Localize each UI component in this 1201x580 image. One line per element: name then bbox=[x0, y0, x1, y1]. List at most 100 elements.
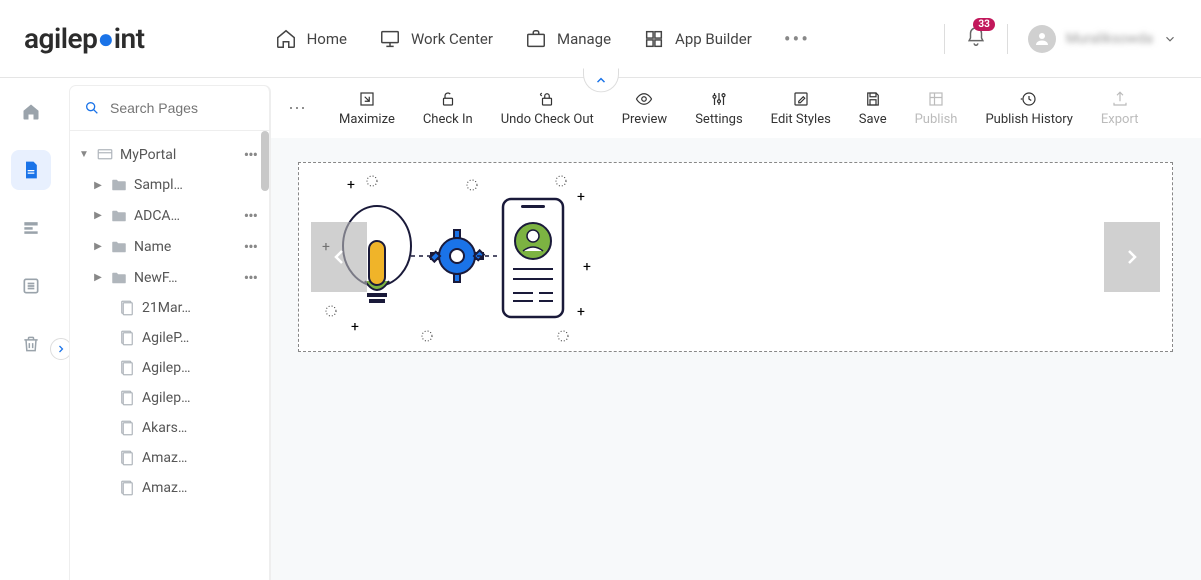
scrollbar-thumb[interactable] bbox=[261, 131, 269, 191]
lock-undo-icon bbox=[538, 90, 556, 108]
rail-layout[interactable] bbox=[11, 208, 51, 248]
design-canvas[interactable]: + + + + + + bbox=[270, 138, 1201, 580]
folder-icon bbox=[110, 207, 128, 225]
tree-folder[interactable]: ▶ ADCA… ••• bbox=[70, 200, 269, 231]
tree-item-menu[interactable]: ••• bbox=[240, 145, 261, 164]
rail-pages[interactable] bbox=[11, 150, 51, 190]
tb-label: Edit Styles bbox=[771, 112, 831, 127]
top-nav: Home Work Center Manage App Builder ••• bbox=[275, 27, 810, 51]
tb-label: Publish bbox=[915, 112, 958, 127]
page-tree: ▼ MyPortal ••• ▶ Sampl… ▶ ADCA… ••• ▶ Na… bbox=[70, 131, 269, 580]
nav-home[interactable]: Home bbox=[275, 28, 347, 50]
rail-list[interactable] bbox=[11, 266, 51, 306]
svg-text:+: + bbox=[583, 259, 591, 275]
user-menu[interactable]: Muraliksowda bbox=[1028, 25, 1177, 53]
tree-label: Amaz… bbox=[142, 480, 261, 496]
carousel-widget[interactable]: + + + + + + bbox=[298, 162, 1173, 352]
eye-icon bbox=[635, 90, 653, 108]
tb-maximize[interactable]: Maximize bbox=[325, 90, 409, 127]
page-icon bbox=[118, 389, 136, 407]
tree-folder[interactable]: ▶ Sampl… bbox=[70, 170, 269, 200]
tree-label: NewF… bbox=[134, 270, 234, 286]
tb-check-in[interactable]: Check In bbox=[409, 90, 487, 127]
notification-badge: 33 bbox=[973, 18, 994, 31]
svg-text:+: + bbox=[351, 319, 359, 335]
carousel-illustration: + + + + + + bbox=[317, 171, 877, 345]
page-icon bbox=[118, 419, 136, 437]
svg-text:+: + bbox=[577, 189, 585, 205]
tree-page[interactable]: Akars… bbox=[70, 413, 269, 443]
tree-page[interactable]: 21Mar… bbox=[70, 293, 269, 323]
page-icon bbox=[118, 449, 136, 467]
rail-trash[interactable] bbox=[11, 324, 51, 364]
nav-label: Work Center bbox=[411, 30, 493, 48]
unlock-icon bbox=[439, 90, 457, 108]
list-icon bbox=[21, 276, 41, 296]
tb-edit-styles[interactable]: Edit Styles bbox=[757, 90, 845, 127]
carousel-next[interactable] bbox=[1104, 222, 1160, 292]
tb-export: Export bbox=[1087, 90, 1153, 127]
search-pages[interactable] bbox=[70, 86, 269, 130]
tree-page[interactable]: Agilep… bbox=[70, 353, 269, 383]
expand-icon[interactable]: ▶ bbox=[92, 272, 104, 283]
tb-label: Check In bbox=[423, 112, 473, 127]
expand-icon[interactable]: ▶ bbox=[92, 210, 104, 221]
portal-icon bbox=[96, 146, 114, 164]
nav-more[interactable]: ••• bbox=[784, 27, 810, 51]
tb-label: Save bbox=[859, 112, 887, 127]
notifications-button[interactable]: 33 bbox=[965, 26, 987, 52]
tb-publish-history[interactable]: Publish History bbox=[971, 90, 1086, 127]
tree-label: MyPortal bbox=[120, 147, 234, 163]
nav-work-center[interactable]: Work Center bbox=[379, 28, 493, 50]
tb-preview[interactable]: Preview bbox=[608, 90, 681, 127]
brand-logo: agilep●int bbox=[24, 22, 145, 55]
tb-publish: Publish bbox=[901, 90, 972, 127]
divider bbox=[944, 24, 945, 54]
search-input[interactable] bbox=[110, 100, 255, 116]
expand-icon[interactable]: ▶ bbox=[92, 180, 104, 191]
nav-label: Manage bbox=[557, 30, 611, 48]
tree-item-menu[interactable]: ••• bbox=[240, 206, 261, 225]
toolbar-more[interactable]: ⋯ bbox=[288, 98, 307, 119]
tree-folder[interactable]: ▶ NewF… ••• bbox=[70, 262, 269, 293]
page-icon bbox=[118, 479, 136, 497]
tree-folder[interactable]: ▶ Name ••• bbox=[70, 231, 269, 262]
tree-page[interactable]: Agilep… bbox=[70, 383, 269, 413]
tree-item-menu[interactable]: ••• bbox=[240, 268, 261, 287]
chevron-left-icon bbox=[327, 245, 351, 269]
rail-home[interactable] bbox=[11, 92, 51, 132]
chevron-right-icon bbox=[55, 343, 67, 355]
canvas-wrap: ⋯ Maximize Check In Undo Check Out Previ… bbox=[270, 78, 1201, 580]
tb-settings[interactable]: Settings bbox=[681, 90, 756, 127]
nav-app-builder[interactable]: App Builder bbox=[643, 28, 752, 50]
tb-label: Export bbox=[1101, 112, 1139, 127]
export-icon bbox=[1111, 90, 1129, 108]
tree-root[interactable]: ▼ MyPortal ••• bbox=[70, 139, 269, 170]
nav-manage[interactable]: Manage bbox=[525, 28, 611, 50]
tree-label: Sampl… bbox=[134, 177, 261, 193]
tb-label: Settings bbox=[695, 112, 742, 127]
tb-undo-check-out[interactable]: Undo Check Out bbox=[487, 90, 608, 127]
history-icon bbox=[1020, 90, 1038, 108]
expand-icon[interactable]: ▶ bbox=[92, 241, 104, 252]
tree-item-menu[interactable]: ••• bbox=[240, 237, 261, 256]
rail-collapse-toggle[interactable] bbox=[50, 338, 72, 360]
tree-page[interactable]: Amaz… bbox=[70, 473, 269, 503]
tb-label: Maximize bbox=[339, 112, 395, 127]
top-header: agilep●int Home Work Center Manage App B… bbox=[0, 0, 1201, 78]
divider bbox=[1007, 24, 1008, 54]
publish-icon bbox=[927, 90, 945, 108]
chevron-up-icon bbox=[594, 73, 608, 87]
tb-save[interactable]: Save bbox=[845, 90, 901, 127]
more-icon: ••• bbox=[784, 27, 810, 51]
tree-page[interactable]: AgileP… bbox=[70, 323, 269, 353]
tree-page[interactable]: Amaz… bbox=[70, 443, 269, 473]
home-icon bbox=[275, 28, 297, 50]
tb-label: Undo Check Out bbox=[501, 112, 594, 127]
page-icon bbox=[118, 299, 136, 317]
page-toolbar: ⋯ Maximize Check In Undo Check Out Previ… bbox=[270, 78, 1201, 138]
left-rail bbox=[0, 78, 62, 580]
tree-label: Amaz… bbox=[142, 450, 261, 466]
expand-icon[interactable]: ▼ bbox=[78, 149, 90, 160]
carousel-prev[interactable] bbox=[311, 222, 367, 292]
